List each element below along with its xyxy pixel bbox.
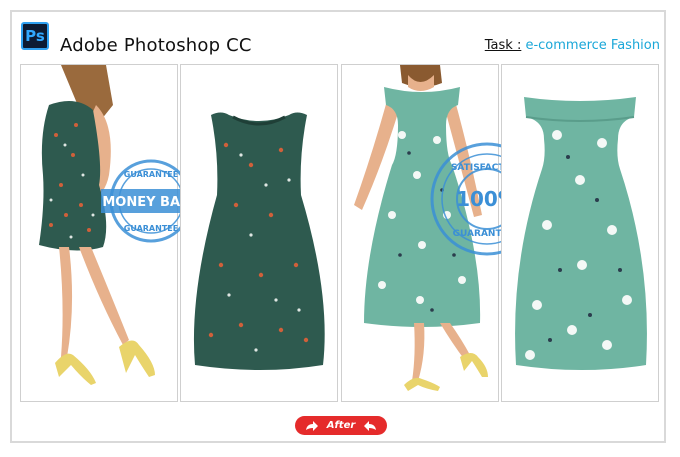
task-label: Task :: [484, 38, 522, 53]
money-back-stamp-top-text: GUARANTEE: [124, 170, 178, 179]
task-caption: Task : e-commerce Fashion: [485, 38, 660, 53]
reply-arrow-left-icon: [364, 420, 377, 431]
app-title: Adobe Photoshop CC: [60, 35, 252, 56]
after-button[interactable]: After: [295, 416, 387, 435]
photo-panel-mint-dress-product: [501, 64, 659, 402]
dark-dress-product-image: [193, 112, 325, 370]
money-back-stamp-bottom-text: GUARANTEE: [124, 224, 178, 233]
share-arrow-right-icon: [305, 420, 318, 431]
after-button-label: After: [326, 420, 356, 431]
task-value: e-commerce Fashion: [525, 38, 660, 53]
photoshop-app-icon: Ps: [21, 22, 49, 50]
mint-dress-product-image: [515, 97, 647, 370]
photo-panel-dark-dress-product: [180, 64, 338, 402]
